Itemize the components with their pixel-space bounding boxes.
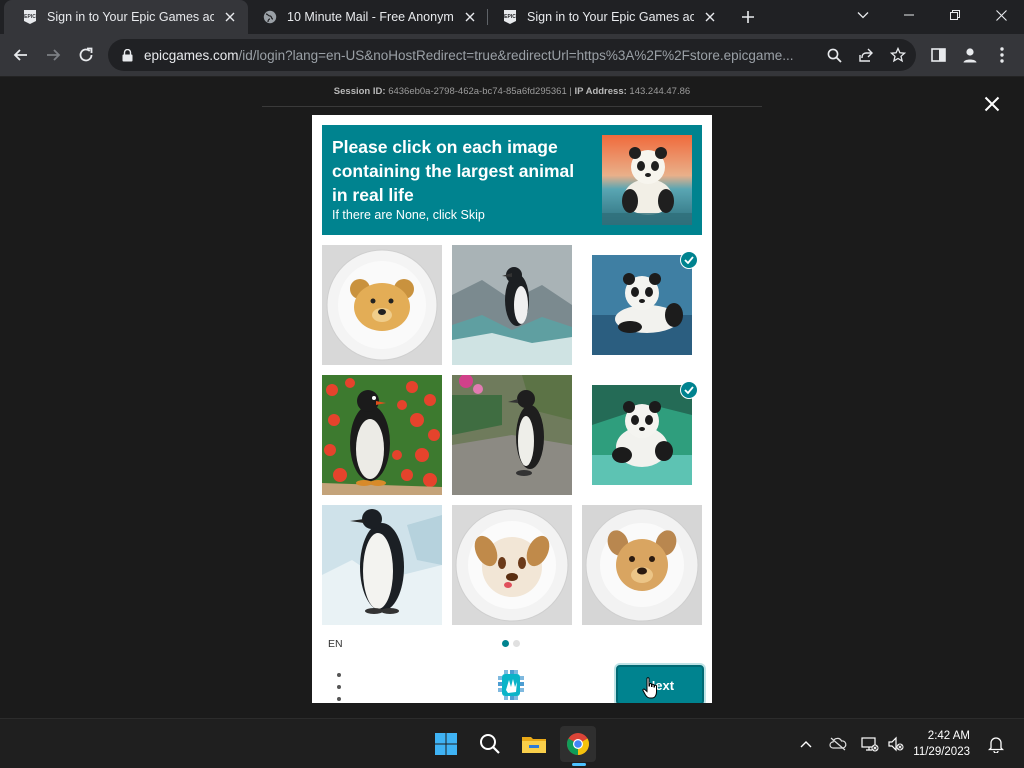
tile-image — [452, 505, 572, 625]
language-selector[interactable]: EN — [328, 638, 343, 650]
file-explorer-button[interactable] — [516, 726, 552, 762]
tab-close-icon[interactable] — [462, 9, 478, 25]
running-indicator — [572, 763, 586, 766]
reload-icon — [79, 47, 93, 62]
notifications-bell-icon[interactable] — [986, 734, 1006, 754]
chevron-up-icon — [800, 741, 812, 748]
captcha-tile-3[interactable] — [582, 245, 702, 365]
captcha-tile-9[interactable] — [582, 505, 702, 625]
tab-10-minute-mail[interactable]: 10 Minute Mail - Free Anonymou — [244, 0, 488, 34]
zoom-search-icon[interactable] — [824, 45, 844, 65]
check-icon — [680, 381, 698, 399]
close-challenge-button[interactable] — [982, 94, 1002, 114]
tile-image — [452, 245, 572, 365]
tile-image — [592, 385, 692, 485]
back-button[interactable] — [7, 41, 35, 69]
tab-close-icon[interactable] — [222, 9, 238, 25]
prompt-example-image — [602, 135, 692, 225]
page-indicator — [502, 640, 520, 647]
arrow-right-icon — [47, 49, 61, 61]
browser-menu-icon[interactable] — [990, 43, 1014, 67]
captcha-tile-6[interactable] — [582, 375, 702, 495]
session-info: Session ID: 6436eb0a-2798-462a-bc74-85a6… — [333, 86, 691, 97]
tile-image — [582, 505, 702, 625]
lock-icon — [120, 48, 134, 62]
captcha-tile-5[interactable] — [452, 375, 572, 495]
captcha-tile-1[interactable] — [322, 245, 442, 365]
prompt-title: Please click on each image containing th… — [332, 137, 575, 205]
tab-title: 10 Minute Mail - Free Anonymou — [287, 10, 454, 24]
forward-button[interactable] — [39, 41, 67, 69]
captcha-tile-4[interactable] — [322, 375, 442, 495]
tab-epic-signin-2[interactable]: EPIC Sign in to Your Epic Games accou — [484, 0, 728, 34]
clock-time: 2:42 AM — [927, 730, 970, 742]
tile-image — [322, 245, 442, 365]
chevron-down-icon — [857, 12, 869, 19]
windows-logo-icon — [435, 733, 457, 755]
bookmark-star-icon[interactable] — [888, 45, 908, 65]
minimize-icon — [904, 14, 914, 16]
close-window-button[interactable] — [978, 0, 1024, 30]
tab-epic-signin-1[interactable]: EPIC Sign in to Your Epic Games accou — [4, 0, 248, 34]
svg-text:EPIC: EPIC — [504, 14, 516, 20]
tile-image — [592, 255, 692, 355]
tile-image — [452, 375, 572, 495]
side-panel-icon[interactable] — [926, 43, 950, 67]
tab-search-button[interactable] — [840, 0, 886, 30]
onedrive-icon[interactable] — [828, 734, 848, 754]
browser-toolbar: epicgames.com/id/login?lang=en-US&noHost… — [0, 34, 1024, 77]
captcha-tile-7[interactable] — [322, 505, 442, 625]
tab-close-icon[interactable] — [702, 9, 718, 25]
close-icon — [995, 9, 1007, 21]
taskbar-search-button[interactable] — [472, 726, 508, 762]
page-dot — [513, 640, 520, 647]
folder-icon — [522, 737, 546, 753]
globe-icon — [262, 9, 278, 25]
captcha-tile-2[interactable] — [452, 245, 572, 365]
close-icon — [984, 96, 1000, 112]
show-hidden-icons-button[interactable] — [796, 734, 816, 754]
captcha-prompt: Please click on each image containing th… — [322, 125, 702, 235]
captcha-tile-8[interactable] — [452, 505, 572, 625]
tab-title: Sign in to Your Epic Games accou — [47, 10, 214, 24]
next-button[interactable]: Next — [616, 665, 704, 703]
start-button[interactable] — [428, 726, 464, 762]
url-text: epicgames.com/id/login?lang=en-US&noHost… — [144, 47, 794, 63]
profile-avatar-icon[interactable] — [958, 43, 982, 67]
restore-icon — [950, 10, 960, 20]
tab-title: Sign in to Your Epic Games accou — [527, 10, 694, 24]
windows-taskbar: 2:42 AM 11/29/2023 — [0, 718, 1024, 768]
prompt-subtitle: If there are None, click Skip — [332, 208, 485, 222]
clock[interactable]: 2:42 AM 11/29/2023 — [912, 728, 970, 760]
share-icon[interactable] — [856, 45, 876, 65]
restore-button[interactable] — [932, 0, 978, 30]
svg-text:EPIC: EPIC — [24, 14, 36, 20]
tile-image — [322, 375, 442, 495]
tile-image — [322, 505, 442, 625]
epic-games-icon: EPIC — [502, 9, 518, 25]
volume-muted-icon[interactable] — [886, 734, 906, 754]
check-icon — [680, 251, 698, 269]
minimize-button[interactable] — [886, 0, 932, 30]
clock-date: 11/29/2023 — [913, 746, 970, 758]
reload-button[interactable] — [72, 41, 100, 69]
hand-cursor-icon — [642, 676, 660, 700]
page-dot-active — [502, 640, 509, 647]
arrow-left-icon — [13, 49, 27, 61]
chrome-taskbar-button[interactable] — [560, 726, 596, 762]
captcha-challenge: Please click on each image containing th… — [312, 115, 712, 703]
chrome-icon — [567, 733, 589, 755]
search-icon — [480, 734, 500, 754]
epic-games-icon: EPIC — [22, 9, 38, 25]
network-icon[interactable] — [860, 734, 880, 754]
page-content: Session ID: 6436eb0a-2798-462a-bc74-85a6… — [0, 78, 1024, 718]
hcaptcha-logo-icon — [494, 668, 528, 702]
more-options-icon[interactable] — [334, 673, 344, 701]
address-bar[interactable]: epicgames.com/id/login?lang=en-US&noHost… — [108, 39, 916, 71]
plus-icon — [742, 11, 754, 23]
new-tab-button[interactable] — [736, 5, 760, 29]
divider — [262, 106, 762, 107]
tab-strip: EPIC Sign in to Your Epic Games accou 10… — [0, 0, 1024, 34]
